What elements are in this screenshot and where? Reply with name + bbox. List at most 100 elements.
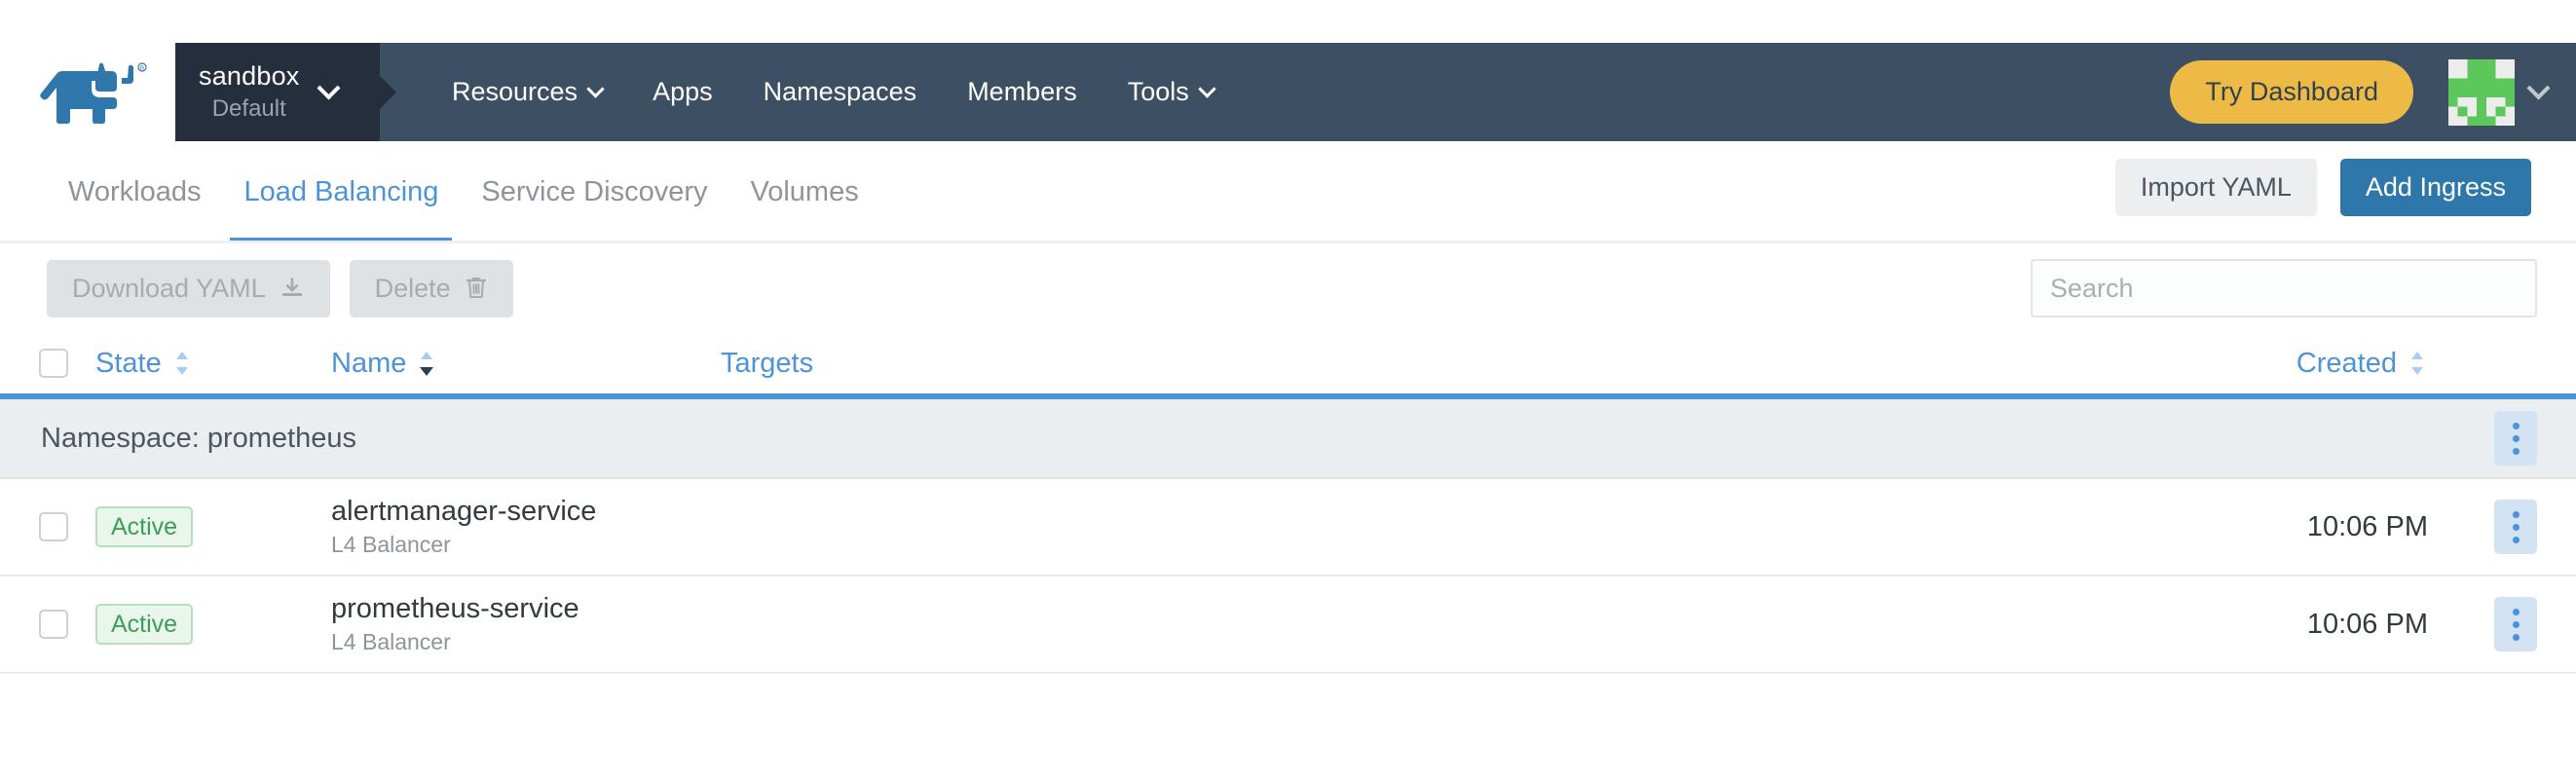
dot: [2513, 448, 2520, 455]
group-actions-cell: [2494, 411, 2537, 465]
download-yaml-label: Download YAML: [72, 274, 266, 304]
nav-item-label: Members: [967, 77, 1077, 107]
nav-item-label: Apps: [653, 77, 713, 107]
nav-item-apps[interactable]: Apps: [627, 77, 738, 107]
download-icon: [280, 276, 305, 301]
column-header-targets: Targets: [721, 348, 2122, 380]
row-name-cell: alertmanager-service L4 Balancer: [331, 496, 721, 558]
import-yaml-button[interactable]: Import YAML: [2115, 159, 2317, 216]
column-label: Name: [331, 348, 406, 380]
nav-item-tools[interactable]: Tools: [1102, 77, 1239, 107]
row-actions-cell: [2444, 597, 2537, 651]
sort-icon: [2408, 349, 2428, 378]
sort-icon-active: [418, 349, 437, 378]
select-all-checkbox[interactable]: [39, 349, 68, 378]
created-time: 10:06 PM: [2307, 511, 2428, 543]
namespace-group-row: Namespace: prometheus: [0, 399, 2576, 479]
page-action-buttons: Import YAML Add Ingress: [2115, 141, 2537, 216]
rancher-cow-logo-icon[interactable]: R: [21, 43, 175, 141]
search-input[interactable]: [2031, 259, 2537, 317]
tab-label: Workloads: [68, 176, 201, 207]
kebab-menu-icon[interactable]: [2494, 411, 2537, 465]
delete-label: Delete: [375, 274, 451, 304]
tab-label: Service Discovery: [481, 176, 707, 207]
row-actions-cell: [2444, 500, 2537, 554]
row-state-cell: Active: [95, 506, 331, 548]
kebab-menu-icon[interactable]: [2494, 500, 2537, 554]
cluster-name: sandbox: [199, 60, 299, 93]
row-created-cell: 10:06 PM: [2122, 511, 2444, 543]
column-label: State: [95, 348, 162, 380]
row-state-cell: Active: [95, 604, 331, 646]
table-row[interactable]: Active prometheus-service L4 Balancer 10…: [0, 576, 2576, 674]
nav-item-resources[interactable]: Resources: [427, 77, 627, 107]
chevron-down-icon: [1198, 80, 1215, 97]
download-yaml-button[interactable]: Download YAML: [47, 260, 330, 317]
main-navbar: sandbox Default Resources Apps Namespace…: [175, 43, 2576, 141]
chevron-down-icon: [317, 76, 341, 99]
kebab-menu-icon[interactable]: [2494, 597, 2537, 651]
resource-type-label: L4 Balancer: [331, 532, 721, 558]
dot: [2513, 423, 2520, 429]
created-time: 10:06 PM: [2307, 609, 2428, 641]
tab-load-balancing[interactable]: Load Balancing: [222, 161, 460, 243]
column-label: Created: [2296, 348, 2397, 380]
dot: [2513, 511, 2520, 518]
delete-button[interactable]: Delete: [350, 260, 513, 317]
resource-type-label: L4 Balancer: [331, 629, 721, 655]
table-header-row: State Name Targets Created: [0, 333, 2576, 399]
tab-label: Volumes: [750, 176, 858, 207]
row-select-cell: [39, 512, 95, 541]
user-avatar-identicon: [2448, 59, 2515, 126]
tab-service-discovery[interactable]: Service Discovery: [460, 161, 728, 243]
nav-item-namespaces[interactable]: Namespaces: [738, 77, 943, 107]
row-checkbox[interactable]: [39, 610, 68, 639]
cluster-project-selector[interactable]: sandbox Default: [175, 43, 380, 141]
column-header-name[interactable]: Name: [331, 348, 721, 380]
select-all-cell: [39, 349, 95, 378]
bulk-action-buttons: Download YAML Delete: [39, 260, 513, 317]
tab-workloads[interactable]: Workloads: [47, 161, 222, 243]
user-menu[interactable]: [2448, 59, 2547, 126]
svg-text:R: R: [140, 66, 145, 72]
dot: [2513, 524, 2520, 531]
resource-tabs: Workloads Load Balancing Service Discove…: [39, 141, 880, 243]
status-badge: Active: [95, 506, 193, 548]
tab-volumes[interactable]: Volumes: [728, 161, 879, 243]
project-name: Default: [199, 94, 299, 124]
dot: [2513, 634, 2520, 641]
table-toolbar: Download YAML Delete: [0, 243, 2576, 333]
nav-item-members[interactable]: Members: [942, 77, 1102, 107]
load-balancers-table: State Name Targets Created: [0, 333, 2576, 674]
cluster-labels: sandbox Default: [199, 60, 299, 125]
nav-item-label: Tools: [1128, 77, 1189, 107]
try-dashboard-button[interactable]: Try Dashboard: [2170, 60, 2413, 124]
row-created-cell: 10:06 PM: [2122, 609, 2444, 641]
column-header-created[interactable]: Created: [2122, 348, 2444, 380]
resource-name-link[interactable]: prometheus-service: [331, 593, 721, 625]
dot: [2513, 435, 2520, 442]
namespace-group-label: Namespace: prometheus: [39, 423, 356, 455]
trash-icon: [465, 276, 488, 301]
status-badge: Active: [95, 604, 193, 646]
tabs-divider: [0, 241, 2576, 243]
row-select-cell: [39, 610, 95, 639]
dot: [2513, 609, 2520, 615]
resource-name-link[interactable]: alertmanager-service: [331, 496, 721, 528]
nav-item-label: Resources: [452, 77, 578, 107]
add-ingress-button[interactable]: Add Ingress: [2340, 159, 2531, 216]
sort-icon: [173, 349, 193, 378]
header-right-actions: Try Dashboard: [2170, 59, 2547, 126]
chevron-down-icon: [586, 80, 604, 97]
app-header: R sandbox Default Resources Apps Namespa…: [0, 0, 2576, 141]
chevron-down-icon: [2526, 76, 2550, 99]
nav-item-label: Namespaces: [764, 77, 917, 107]
column-header-state[interactable]: State: [95, 348, 331, 380]
dot: [2513, 537, 2520, 543]
resource-tabs-bar: Workloads Load Balancing Service Discove…: [0, 141, 2576, 243]
nav-item-list: Resources Apps Namespaces Members Tools: [427, 77, 2170, 107]
row-checkbox[interactable]: [39, 512, 68, 541]
column-label: Targets: [721, 348, 813, 380]
table-row[interactable]: Active alertmanager-service L4 Balancer …: [0, 479, 2576, 576]
tab-label: Load Balancing: [243, 176, 438, 207]
